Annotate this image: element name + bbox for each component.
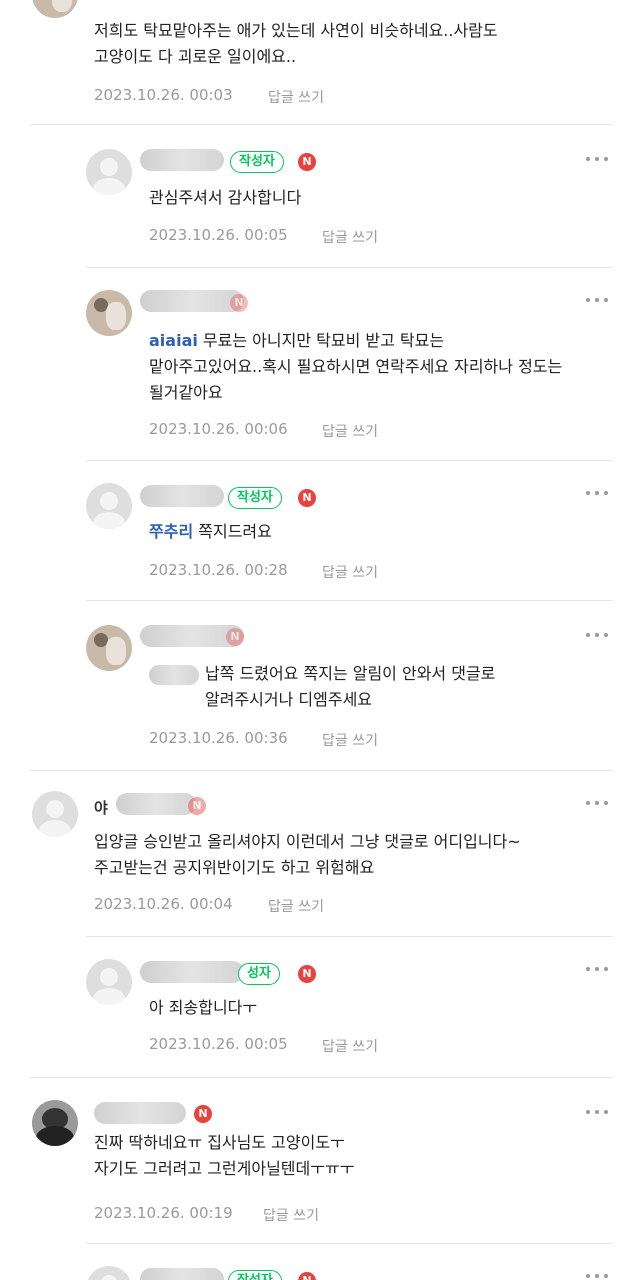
comment-date: 2023.10.26. 00:04: [94, 895, 233, 913]
comment-date: 2023.10.26. 00:36: [149, 729, 288, 747]
reply-item: N aiaiai 무료는 아니지만 탁묘비 받고 탁묘는 맡아주고있어요..혹시…: [0, 268, 640, 461]
reply-item: 작성자 N 쭈추리 쪽지드려요 2023.10.26. 00:28 답글 쓰기: [0, 461, 640, 601]
reply-link[interactable]: 답글 쓰기: [322, 562, 378, 582]
comment-list: 저희도 탁묘맡아주는 애가 있는데 사연이 비슷하네요..사람도 고양이도 다 …: [0, 0, 640, 1280]
comment-text: 쭈추리 쪽지드려요: [149, 522, 272, 541]
new-badge: N: [226, 628, 244, 646]
mention-tag[interactable]: 쭈추리: [149, 522, 193, 541]
user-avatar[interactable]: [32, 0, 78, 18]
reply-link[interactable]: 답글 쓰기: [268, 896, 324, 916]
user-avatar[interactable]: [32, 1100, 78, 1146]
comment-date: 2023.10.26. 00:19: [94, 1204, 233, 1222]
comment-date: 2023.10.26. 00:28: [149, 561, 288, 579]
nickname-blurred[interactable]: [116, 793, 196, 815]
comment-text: 아 죄송합니다ㅜ: [149, 998, 258, 1017]
reply-link[interactable]: 답글 쓰기: [268, 87, 324, 107]
comment-item: N 진짜 딱하네요ㅠ 집사님도 고양이도ㅜ 자기도 그러려고 그런게아닐텐데ㅜㅠ…: [0, 1078, 640, 1244]
comment-text: 진짜 딱하네요ㅠ 집사님도 고양이도ㅜ 자기도 그러려고 그런게아닐텐데ㅜㅠㅜ: [94, 1133, 355, 1178]
more-dots-icon[interactable]: [586, 633, 610, 639]
more-dots-icon[interactable]: [586, 801, 610, 807]
nickname-blurred[interactable]: [140, 149, 224, 171]
comment-item: 야 N 입양글 승인받고 올리셔야지 이런데서 그냥 댓글로 어디입니다~ 주고…: [0, 771, 640, 937]
writer-badge: 성자: [238, 963, 280, 985]
new-badge: N: [188, 797, 206, 815]
reply-item: 작성자 N 관심주셔서 감사합니다 2023.10.26. 00:05 답글 쓰…: [0, 125, 640, 268]
default-avatar-icon[interactable]: [86, 149, 132, 195]
more-dots-icon[interactable]: [586, 157, 610, 163]
reply-item: 작성자 N: [0, 1244, 640, 1280]
default-avatar-icon[interactable]: [32, 791, 78, 837]
writer-badge: 작성자: [228, 487, 282, 509]
default-avatar-icon[interactable]: [86, 1266, 132, 1280]
comment-date: 2023.10.26. 00:06: [149, 420, 288, 438]
comment-text: 관심주셔서 감사합니다: [149, 188, 302, 207]
new-badge: N: [298, 1272, 316, 1280]
user-avatar[interactable]: [86, 290, 132, 336]
nickname-blurred[interactable]: [140, 485, 224, 507]
nickname-blurred[interactable]: [140, 1268, 224, 1280]
comment-date: 2023.10.26. 00:05: [149, 226, 288, 244]
more-dots-icon[interactable]: [586, 1274, 610, 1280]
new-badge: N: [298, 965, 316, 983]
reply-link[interactable]: 답글 쓰기: [322, 730, 378, 750]
reply-link[interactable]: 답글 쓰기: [322, 227, 378, 247]
reply-link[interactable]: 답글 쓰기: [263, 1205, 319, 1225]
comment-text: 저희도 탁묘맡아주는 애가 있는데 사연이 비슷하네요..사람도 고양이도 다 …: [94, 21, 498, 66]
more-dots-icon[interactable]: [586, 967, 610, 973]
writer-badge: 작성자: [230, 151, 284, 173]
user-avatar[interactable]: [86, 625, 132, 671]
nickname[interactable]: 야: [94, 797, 108, 818]
mention-tag[interactable]: aiaiai: [149, 331, 198, 350]
comment-item: 저희도 탁묘맡아주는 애가 있는데 사연이 비슷하네요..사람도 고양이도 다 …: [0, 0, 640, 125]
new-badge: N: [298, 153, 316, 171]
reply-link[interactable]: 답글 쓰기: [322, 421, 378, 441]
reply-item: N 납쪽 드렸어요 쪽지는 알림이 안와서 댓글로 알려주시거나 디엠주세요 2…: [0, 601, 640, 771]
comment-date: 2023.10.26. 00:03: [94, 86, 233, 104]
new-badge: N: [230, 294, 248, 312]
comment-text: aiaiai 무료는 아니지만 탁묘비 받고 탁묘는 맡아주고있어요..혹시 필…: [149, 331, 563, 402]
reply-item: 성자 N 아 죄송합니다ㅜ 2023.10.26. 00:05 답글 쓰기: [0, 937, 640, 1078]
comment-text: 납쪽 드렸어요 쪽지는 알림이 안와서 댓글로 알려주시거나 디엠주세요: [205, 664, 496, 709]
more-dots-icon[interactable]: [586, 491, 610, 497]
default-avatar-icon[interactable]: [86, 959, 132, 1005]
comment-text: 입양글 승인받고 올리셔야지 이런데서 그냥 댓글로 어디입니다~ 주고받는건 …: [94, 832, 521, 877]
nickname-blurred[interactable]: [140, 961, 244, 983]
comment-date: 2023.10.26. 00:05: [149, 1035, 288, 1053]
more-dots-icon[interactable]: [586, 1110, 610, 1116]
mention-blurred[interactable]: [149, 665, 199, 685]
nickname-blurred[interactable]: [140, 290, 244, 312]
more-dots-icon[interactable]: [586, 298, 610, 304]
default-avatar-icon[interactable]: [86, 483, 132, 529]
nickname-blurred[interactable]: [94, 1102, 186, 1124]
new-badge: N: [194, 1105, 212, 1123]
reply-link[interactable]: 답글 쓰기: [322, 1036, 378, 1056]
new-badge: N: [298, 489, 316, 507]
writer-badge: 작성자: [228, 1270, 282, 1280]
